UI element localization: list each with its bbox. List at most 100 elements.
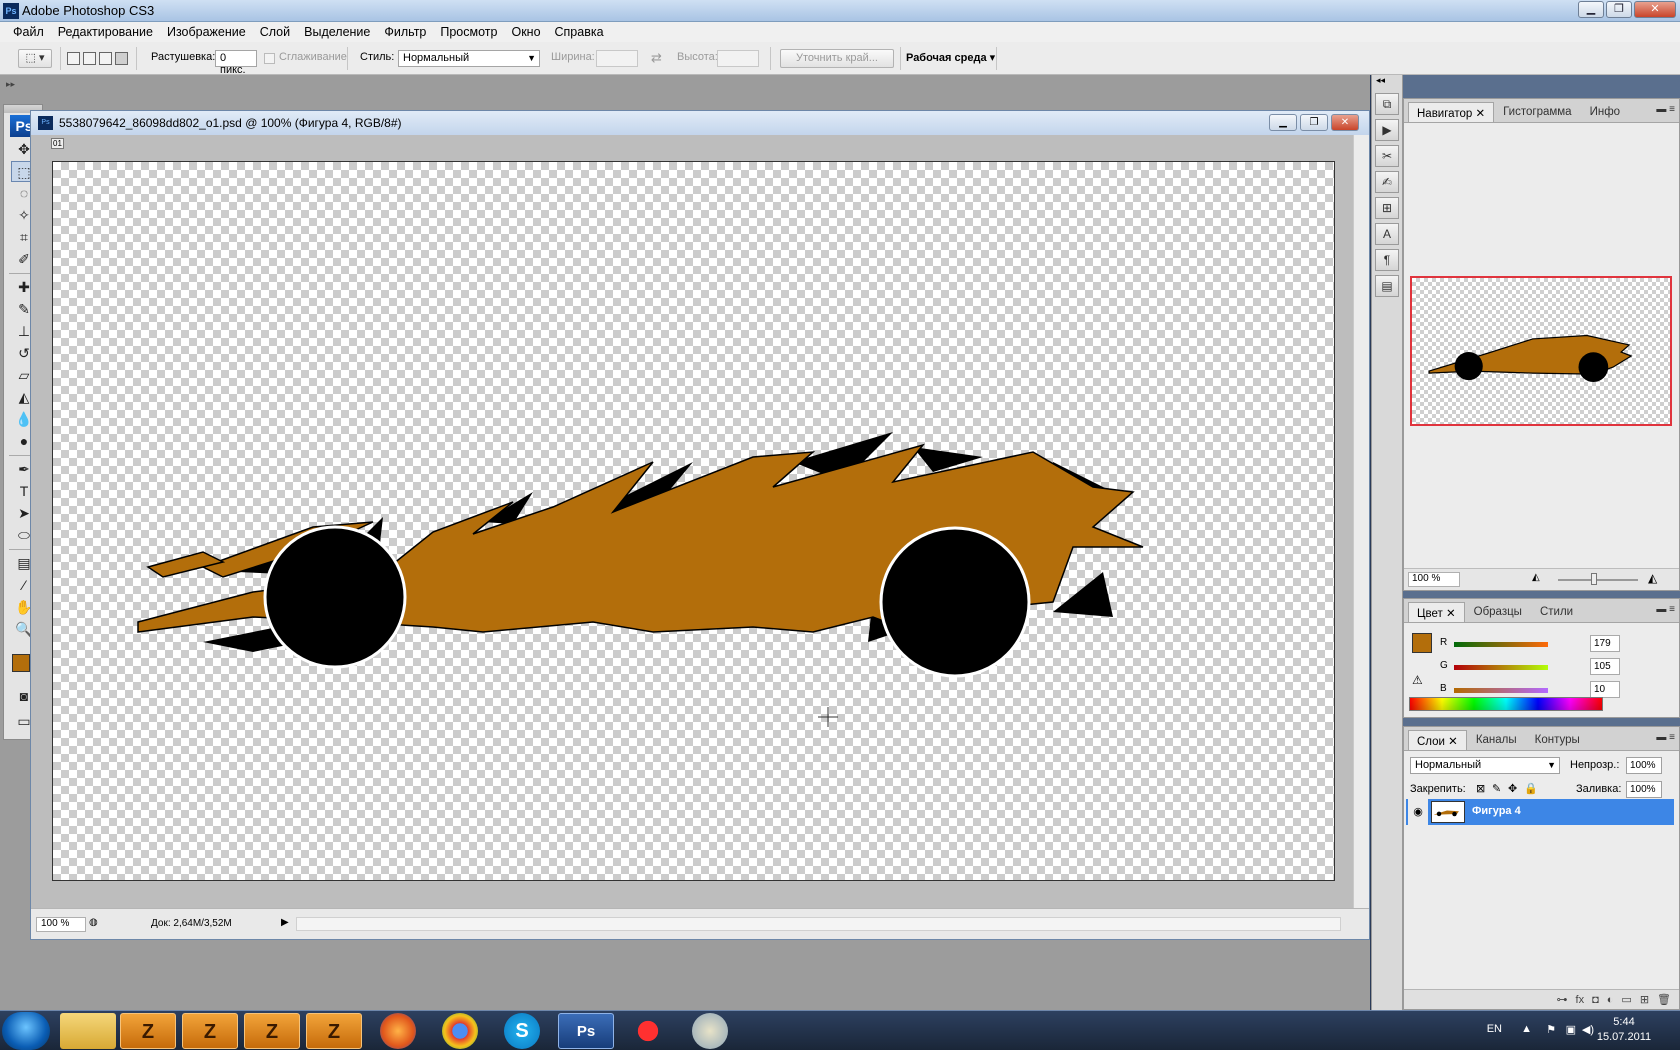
character-panel-icon[interactable]: A	[1375, 223, 1399, 245]
photoshop-task-icon[interactable]: Ps	[558, 1013, 614, 1049]
channel-r-slider[interactable]	[1454, 642, 1548, 647]
tool-presets-icon[interactable]: ✂	[1375, 145, 1399, 167]
tray-expand-icon[interactable]: ▲	[1521, 1023, 1532, 1035]
z-app-icon[interactable]: Z	[306, 1013, 362, 1049]
tab-layers[interactable]: Слои ✕	[1408, 730, 1467, 750]
tab-color[interactable]: Цвет ✕	[1408, 602, 1465, 622]
explorer-icon[interactable]	[60, 1013, 116, 1049]
panel-menu-icon[interactable]: ▬ ≡	[1656, 604, 1675, 615]
height-input[interactable]	[717, 50, 759, 67]
tab-histogram[interactable]: Гистограмма	[1494, 102, 1580, 122]
adjustment-layer-icon[interactable]: ◐	[1607, 994, 1614, 1006]
clone-source-icon[interactable]: ⊞	[1375, 197, 1399, 219]
navigator-zoom-input[interactable]: 100 %	[1408, 572, 1460, 587]
collapse-arrows-icon[interactable]: ◂◂	[1372, 75, 1402, 89]
actions-panel-icon[interactable]: ▶	[1375, 119, 1399, 141]
navigator-preview[interactable]	[1410, 276, 1672, 426]
lock-position-icon[interactable]: ✥	[1508, 782, 1517, 795]
start-button[interactable]	[2, 1012, 50, 1050]
link-layers-icon[interactable]: ⊶	[1557, 993, 1568, 1006]
network-icon[interactable]: ▣	[1566, 1023, 1576, 1036]
minimize-button[interactable]: ▁	[1578, 1, 1604, 18]
channel-g-slider[interactable]	[1454, 665, 1548, 670]
swap-icon[interactable]: ⇄	[651, 50, 662, 66]
maximize-button[interactable]: ❐	[1606, 1, 1632, 18]
tab-swatches[interactable]: Образцы	[1465, 602, 1531, 622]
menu-filter[interactable]: Фильтр	[377, 25, 433, 39]
blend-mode-select[interactable]: Нормальный ▼	[1410, 757, 1560, 774]
zoom-slider-thumb[interactable]	[1591, 573, 1597, 585]
firefox-icon[interactable]	[380, 1013, 416, 1049]
new-layer-icon[interactable]: ⊞	[1640, 993, 1649, 1006]
lock-all-icon[interactable]: 🔒	[1524, 782, 1538, 795]
skype-icon[interactable]: S	[504, 1013, 540, 1049]
workspace-menu[interactable]: Рабочая среда ▾	[906, 51, 995, 64]
volume-icon[interactable]: ◀)	[1582, 1023, 1594, 1036]
lock-pixels-icon[interactable]: ✎	[1492, 782, 1501, 795]
new-group-icon[interactable]: ▭	[1621, 993, 1631, 1006]
foreground-color-swatch[interactable]	[12, 654, 30, 672]
canvas[interactable]	[52, 161, 1335, 881]
opacity-input[interactable]: 100%	[1626, 757, 1662, 774]
antialias-checkbox[interactable]	[264, 53, 275, 64]
layer-mask-icon[interactable]: ◘	[1592, 994, 1599, 1006]
panel-menu-icon[interactable]: ▬ ≡	[1656, 104, 1675, 115]
status-menu-arrow-icon[interactable]: ▶	[281, 917, 289, 928]
vertical-scrollbar[interactable]	[1353, 135, 1369, 910]
eye-icon[interactable]: ◉	[1408, 799, 1428, 825]
refine-edge-button[interactable]: Уточнить край...	[780, 49, 894, 68]
doc-minimize-button[interactable]: ▁	[1269, 114, 1297, 131]
style-select[interactable]: Нормальный ▼	[398, 50, 540, 67]
tab-info[interactable]: Инфо	[1581, 102, 1629, 122]
splash-app-icon[interactable]	[620, 1013, 676, 1049]
language-indicator[interactable]: EN	[1487, 1023, 1502, 1035]
z-app-icon[interactable]: Z	[244, 1013, 300, 1049]
layer-comps-icon[interactable]: ▤	[1375, 275, 1399, 297]
tab-navigator[interactable]: Навигатор ✕	[1408, 102, 1495, 122]
horizontal-scrollbar[interactable]	[296, 917, 1341, 931]
new-selection-icon[interactable]	[67, 52, 80, 65]
doc-close-button[interactable]: ✕	[1331, 114, 1359, 131]
tab-styles[interactable]: Стили	[1531, 602, 1582, 622]
layer-style-icon[interactable]: fx	[1576, 994, 1585, 1006]
channel-g-input[interactable]: 105	[1590, 658, 1620, 675]
zoom-slider-track[interactable]	[1558, 579, 1638, 581]
brushes-panel-icon[interactable]: ✍	[1375, 171, 1399, 193]
clock[interactable]: 5:44 15.07.2011	[1594, 1015, 1654, 1045]
menu-layer[interactable]: Слой	[253, 25, 297, 39]
menu-help[interactable]: Справка	[548, 25, 611, 39]
panel-menu-icon[interactable]: ▬ ≡	[1656, 732, 1675, 743]
menu-file[interactable]: Файл	[6, 25, 51, 39]
tool-preset-picker[interactable]: ⬚ ▾	[18, 49, 52, 68]
channel-b-slider[interactable]	[1454, 688, 1548, 693]
menu-select[interactable]: Выделение	[297, 25, 377, 39]
color-foreground-swatch[interactable]	[1412, 633, 1432, 653]
close-button[interactable]: ✕	[1634, 1, 1676, 18]
document-zoom-input[interactable]: 100 %	[36, 917, 86, 932]
chrome-icon[interactable]	[442, 1013, 478, 1049]
add-selection-icon[interactable]	[83, 52, 96, 65]
fill-input[interactable]: 100%	[1626, 781, 1662, 798]
doc-maximize-button[interactable]: ❐	[1300, 114, 1328, 131]
flag-icon[interactable]: ⚑	[1546, 1023, 1556, 1036]
color-spectrum[interactable]	[1409, 697, 1603, 711]
intersect-selection-icon[interactable]	[115, 52, 128, 65]
subtract-selection-icon[interactable]	[99, 52, 112, 65]
trash-icon[interactable]: 🗑	[1657, 993, 1671, 1006]
layer-row[interactable]: ◉ Фигура 4	[1406, 799, 1674, 825]
menu-window[interactable]: Окно	[504, 25, 547, 39]
collapse-arrows-icon[interactable]: ▸▸	[6, 79, 15, 90]
z-app-icon[interactable]: Z	[182, 1013, 238, 1049]
tab-paths[interactable]: Контуры	[1526, 730, 1589, 750]
zoom-in-icon[interactable]: ◭	[1648, 571, 1657, 585]
document-titlebar[interactable]: Ps 5538079642_86098dd802_o1.psd @ 100% (…	[31, 111, 1369, 135]
paint-icon[interactable]	[692, 1013, 728, 1049]
width-input[interactable]	[596, 50, 638, 67]
paragraph-panel-icon[interactable]: ¶	[1375, 249, 1399, 271]
lock-transparency-icon[interactable]: ⊠	[1476, 782, 1485, 795]
history-panel-icon[interactable]: ⧉	[1375, 93, 1399, 115]
menu-edit[interactable]: Редактирование	[51, 25, 160, 39]
tab-channels[interactable]: Каналы	[1467, 730, 1526, 750]
channel-b-input[interactable]: 10	[1590, 681, 1620, 698]
z-app-icon[interactable]: Z	[120, 1013, 176, 1049]
